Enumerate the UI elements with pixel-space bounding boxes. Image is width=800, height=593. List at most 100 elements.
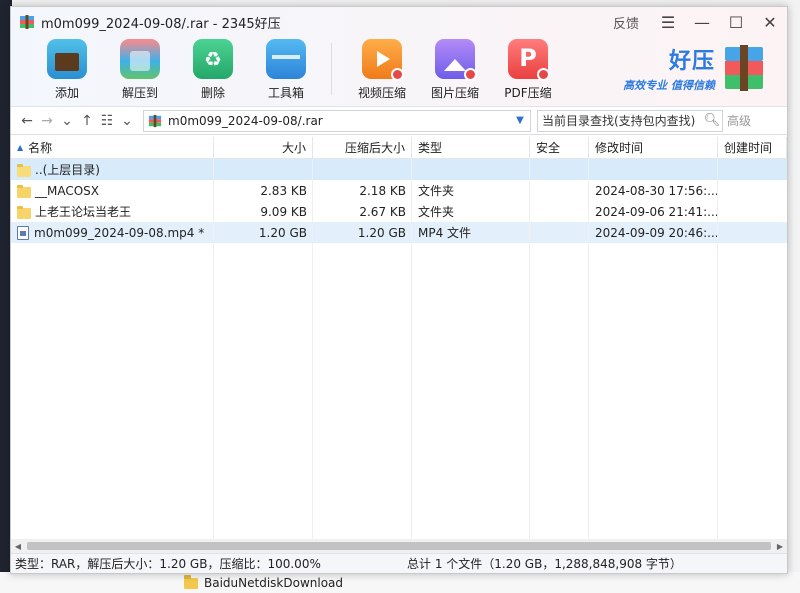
file-compressed-size: 1.20 GB — [357, 225, 406, 240]
navigation-bar: ← → ⌄ ↑ ☷ ⌄ m0m099_2024-09-08/.rar ▼ 🔍︎ … — [11, 107, 787, 135]
image-compress-icon — [435, 39, 477, 81]
up-arrow-icon[interactable]: ↑ — [77, 110, 97, 132]
column-created[interactable]: 创建时间 — [718, 137, 787, 158]
column-type[interactable]: 类型 — [412, 137, 530, 158]
compress-badge-icon — [464, 68, 477, 81]
background-folder-item[interactable]: BaiduNetdiskDownload — [184, 574, 344, 590]
file-type: 文件夹 — [418, 184, 455, 198]
video-compress-icon — [362, 39, 404, 81]
file-size: 9.09 KB — [260, 204, 307, 219]
video-compress-label: 视频压缩 — [357, 86, 406, 100]
search-input[interactable] — [542, 113, 702, 128]
scroll-track[interactable] — [25, 542, 773, 550]
background-folder-label: BaiduNetdiskDownload — [204, 576, 344, 590]
minimize-icon[interactable]: — — [685, 7, 719, 37]
file-modified: 2024-08-30 17:56:... — [595, 183, 718, 198]
toolbox-label: 工具箱 — [267, 86, 304, 100]
table-row[interactable]: __MACOSX 2.83 KB 2.18 KB 文件夹 2024-08-30 … — [11, 180, 787, 201]
archive-icon — [148, 114, 162, 128]
file-type: MP4 文件 — [418, 226, 472, 240]
scroll-right-icon[interactable]: ▶ — [773, 542, 787, 551]
add-archive-icon — [47, 39, 87, 79]
toolbar: 添加 解压到 删除 工具箱 视频压缩 图片压缩 PDF压缩 好 — [11, 37, 787, 107]
file-created — [718, 222, 787, 243]
compress-badge-icon — [391, 68, 404, 81]
status-archive-info: 类型：RAR，解压后大小：1.20 GB，压缩比：100.00% — [15, 557, 321, 571]
file-compressed-size: 2.67 KB — [359, 204, 406, 219]
toolbar-divider — [331, 43, 332, 95]
file-created — [718, 180, 787, 201]
column-divider — [213, 159, 214, 539]
video-compress-button[interactable]: 视频压缩 — [348, 37, 416, 101]
video-file-icon — [17, 225, 29, 240]
toolbox-button[interactable]: 工具箱 — [252, 37, 320, 101]
folder-icon — [17, 184, 31, 198]
path-bar[interactable]: m0m099_2024-09-08/.rar ▼ — [143, 109, 531, 132]
app-icon — [19, 14, 35, 30]
status-total: 总计 1 个文件（1.20 GB，1,288,848,908 字节） — [407, 557, 682, 571]
back-arrow-icon[interactable]: ← — [17, 110, 37, 132]
view-mode-chevron-down-icon[interactable]: ⌄ — [117, 110, 137, 132]
archive-box-logo-icon — [723, 41, 765, 93]
search-icon[interactable]: 🔍︎ — [702, 113, 722, 128]
file-modified: 2024-09-09 20:46:... — [595, 225, 718, 240]
table-row-parent-directory[interactable]: ..(上层目录) — [11, 159, 787, 180]
file-security — [530, 222, 589, 243]
archive-window: m0m099_2024-09-08/.rar - 2345好压 反馈 ☰ — ☐… — [10, 6, 788, 574]
table-row[interactable]: m0m099_2024-09-08.mp4 * 1.20 GB 1.20 GB … — [11, 222, 787, 243]
column-header: ▲ 名称 大小 压缩后大小 类型 安全 修改时间 创建时间 — [11, 137, 787, 159]
pdf-compress-label: PDF压缩 — [504, 86, 552, 100]
advanced-search-button[interactable]: 高级 — [727, 112, 751, 129]
horizontal-scrollbar[interactable]: ◀ ▶ — [11, 539, 787, 553]
file-modified: 2024-09-06 21:41:... — [595, 204, 718, 219]
extract-icon — [120, 39, 160, 79]
path-text: m0m099_2024-09-08/.rar — [168, 113, 323, 128]
menu-icon[interactable]: ☰ — [651, 7, 685, 37]
maximize-icon[interactable]: ☐ — [719, 7, 753, 37]
delete-button[interactable]: 删除 — [179, 37, 247, 101]
window-title: m0m099_2024-09-08/.rar - 2345好压 — [41, 16, 281, 32]
add-label: 添加 — [54, 86, 79, 100]
path-dropdown-icon[interactable]: ▼ — [510, 115, 530, 126]
extract-label: 解压到 — [121, 86, 158, 100]
folder-icon — [184, 574, 198, 589]
pdf-compress-icon — [508, 39, 550, 81]
forward-arrow-icon[interactable]: → — [37, 110, 57, 132]
scroll-thumb[interactable] — [27, 542, 771, 550]
search-box: 🔍︎ — [537, 109, 723, 132]
extract-button[interactable]: 解压到 — [106, 37, 174, 101]
file-list: ▲ 名称 大小 压缩后大小 类型 安全 修改时间 创建时间 ..(上层目录) __… — [11, 137, 787, 539]
title-bar[interactable]: m0m099_2024-09-08/.rar - 2345好压 反馈 ☰ — ☐… — [11, 7, 787, 37]
file-name: m0m099_2024-09-08.mp4 * — [34, 225, 205, 240]
file-type: 文件夹 — [418, 205, 455, 219]
feedback-link[interactable]: 反馈 — [613, 13, 639, 32]
folder-icon — [17, 205, 31, 219]
brand-name: 好压 — [668, 49, 715, 74]
add-button[interactable]: 添加 — [33, 37, 101, 101]
brand-logo: 好压 高效专业 值得信赖 — [623, 41, 765, 93]
close-icon[interactable]: ✕ — [753, 7, 787, 37]
column-size[interactable]: 大小 — [214, 137, 313, 158]
file-security — [530, 180, 589, 201]
desktop-background-bottom — [0, 572, 800, 593]
sort-up-icon: ▲ — [17, 143, 24, 152]
file-name: 上老王论坛当老王 — [35, 205, 132, 219]
column-modified[interactable]: 修改时间 — [589, 137, 718, 158]
file-security — [530, 201, 589, 222]
file-created — [718, 201, 787, 222]
delete-label: 删除 — [200, 86, 225, 100]
scroll-left-icon[interactable]: ◀ — [11, 542, 25, 551]
column-security[interactable]: 安全 — [530, 137, 589, 158]
column-divider — [717, 159, 718, 539]
table-row[interactable]: 上老王论坛当老王 9.09 KB 2.67 KB 文件夹 2024-09-06 … — [11, 201, 787, 222]
column-name[interactable]: ▲ 名称 — [11, 137, 214, 158]
column-compressed-size[interactable]: 压缩后大小 — [313, 137, 412, 158]
view-mode-icon[interactable]: ☷ — [97, 110, 117, 132]
pdf-compress-button[interactable]: PDF压缩 — [494, 37, 562, 101]
brand-slogan: 高效专业 值得信赖 — [623, 79, 715, 92]
compress-badge-icon — [537, 68, 550, 81]
image-compress-button[interactable]: 图片压缩 — [421, 37, 489, 101]
column-divider — [411, 159, 412, 539]
status-bar: 类型：RAR，解压后大小：1.20 GB，压缩比：100.00% 总计 1 个文… — [11, 553, 787, 573]
history-chevron-down-icon[interactable]: ⌄ — [57, 110, 77, 132]
